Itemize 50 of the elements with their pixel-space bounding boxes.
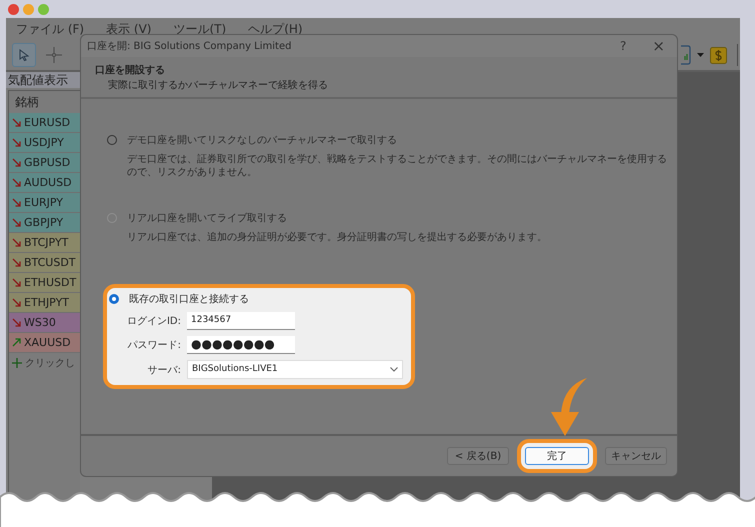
- symbol-row[interactable]: BTCUSDT: [9, 253, 80, 273]
- symbol-name: WS30: [24, 316, 56, 329]
- dialog-title: 口座を開: BIG Solutions Company Limited: [87, 40, 292, 53]
- server-dropdown[interactable]: BIGSolutions-LIVE1: [187, 360, 403, 379]
- symbol-row[interactable]: GBPUSD: [9, 153, 80, 173]
- login-id-field[interactable]: 1234567: [187, 312, 295, 330]
- panel-title: 気配値表示: [6, 72, 80, 88]
- symbol-name: ETHUSDT: [24, 276, 76, 289]
- add-symbol-link[interactable]: クリックし: [25, 356, 75, 370]
- option-label: 既存の取引口座と接続する: [129, 292, 249, 306]
- dialog-heading: 口座を開設する: [95, 63, 166, 77]
- menu-item[interactable]: 表示 (V): [106, 20, 152, 38]
- symbol-name: EURUSD: [24, 116, 70, 129]
- help-button[interactable]: ?: [620, 39, 626, 53]
- symbol-name: AUDUSD: [24, 176, 72, 189]
- symbol-row[interactable]: AUDUSD: [9, 173, 80, 193]
- field-label: ログインID:: [126, 315, 182, 328]
- symbol-name: EURJPY: [24, 196, 63, 209]
- symbol-name: BTCUSDT: [24, 256, 76, 269]
- dialog-button[interactable]: < 戻る(B): [447, 447, 509, 465]
- option-label: リアル口座を開いてライブ取引する: [127, 212, 287, 225]
- option-label: デモ口座を開いてリスクなしのバーチャルマネーで取引する: [127, 134, 397, 147]
- symbol-row[interactable]: USDJPY: [9, 133, 80, 153]
- symbol-name: BTCJPYT: [24, 236, 68, 249]
- column-header: 銘柄: [14, 94, 40, 111]
- symbol-row[interactable]: EURUSD: [9, 113, 80, 133]
- symbol-row[interactable]: ETHJPYT: [9, 293, 80, 313]
- menu-item[interactable]: ヘルプ(H): [248, 20, 303, 38]
- symbol-row[interactable]: EURJPY: [9, 193, 80, 213]
- option-description: リアル口座では、追加の身分証明が必要です。身分証明書の写しを提出する必要があります。: [126, 230, 548, 244]
- symbol-name: USDJPY: [24, 136, 64, 149]
- symbol-row[interactable]: ETHUSDT: [9, 273, 80, 293]
- menu-item[interactable]: ツール(T): [173, 20, 226, 38]
- symbol-name: XAUUSD: [24, 336, 71, 349]
- field-label: パスワード:: [126, 339, 182, 352]
- symbol-row[interactable]: BTCJPYT: [9, 233, 80, 253]
- symbol-row[interactable]: XAUUSD: [9, 333, 80, 353]
- symbol-name: GBPJPY: [24, 216, 64, 229]
- symbol-row[interactable]: WS30: [9, 313, 80, 333]
- password-field[interactable]: ●●●●●●●●: [187, 336, 295, 354]
- menu-item[interactable]: ファイル (F): [16, 20, 84, 38]
- dialog-subheading: 実際に取引するかバーチャルマネーで経験を得る: [107, 78, 329, 92]
- field-label: サーバ:: [146, 364, 182, 376]
- symbol-row[interactable]: GBPJPY: [9, 213, 80, 233]
- symbol-name: ETHJPYT: [24, 296, 70, 309]
- symbol-name: GBPUSD: [24, 156, 70, 169]
- dialog-button[interactable]: 完了: [525, 447, 589, 465]
- close-button[interactable]: ×: [652, 37, 665, 55]
- dialog-button[interactable]: キャンセル: [605, 447, 667, 465]
- option-description: デモ口座では、証券取引所での取引を学び、戦略をテストすることができます。その間にはバーチャルマネーを使用するので、リスクがありません。: [126, 152, 668, 179]
